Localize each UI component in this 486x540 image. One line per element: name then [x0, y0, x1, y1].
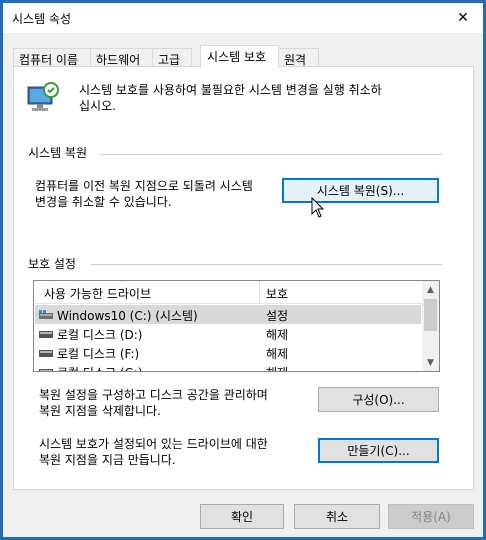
- system-protection-icon: [26, 81, 60, 115]
- drive-name: Windows10 (C:) (시스템): [57, 309, 198, 323]
- tab-computer-name[interactable]: 컴퓨터 이름: [13, 48, 91, 67]
- system-restore-button[interactable]: 시스템 복원(S)...: [282, 178, 439, 203]
- configure-button[interactable]: 구성(O)...: [318, 387, 439, 412]
- column-header-protection[interactable]: 보호: [266, 285, 288, 302]
- close-button[interactable]: ✕: [443, 3, 483, 33]
- intro-text-line1: 시스템 보호를 사용하여 불필요한 시스템 변경을 실행 취소하: [79, 83, 382, 97]
- scroll-down-arrow-icon[interactable]: ▼: [422, 354, 439, 371]
- apply-button[interactable]: 적용(A): [388, 504, 474, 529]
- restore-section-heading: 시스템 복원: [28, 146, 88, 160]
- create-desc-line2: 복원 지점을 지금 만듭니다.: [39, 453, 176, 467]
- drive-protection-status: 해제: [266, 347, 289, 361]
- drive-list[interactable]: 사용 가능한 드라이브 보호 Windows10 (C:) (시스템) 설정 로…: [33, 280, 440, 372]
- restore-desc-line1: 컴퓨터를 이전 복원 지점으로 되돌려 시스템: [35, 179, 253, 193]
- restore-section-divider: [100, 154, 442, 155]
- drive-name: 로컬 디스크 (F:): [57, 347, 140, 361]
- window-title: 시스템 속성: [12, 12, 72, 26]
- hard-drive-icon: [39, 328, 53, 338]
- drive-protection-status: 설정: [266, 309, 289, 323]
- configure-desc-line1: 복원 설정을 구성하고 디스크 공간을 관리하며: [39, 388, 268, 402]
- mouse-cursor-icon: [311, 196, 325, 219]
- protection-section-heading: 보호 설정: [28, 257, 76, 271]
- tab-hardware[interactable]: 하드웨어: [90, 48, 153, 67]
- column-separator[interactable]: [259, 281, 260, 303]
- drive-row[interactable]: Windows10 (C:) (시스템) 설정: [35, 305, 421, 324]
- tab-system-protection[interactable]: 시스템 보호: [200, 45, 279, 68]
- create-button[interactable]: 만들기(C)...: [318, 438, 439, 463]
- system-properties-window: 시스템 속성 ✕ 컴퓨터 이름 하드웨어 고급 시스템 보호 원격 시스템 보호…: [3, 3, 483, 537]
- cancel-button[interactable]: 취소: [294, 504, 380, 529]
- system-protection-panel: [13, 66, 474, 490]
- close-icon: ✕: [457, 10, 469, 26]
- ok-button[interactable]: 확인: [200, 504, 284, 529]
- intro-text-line2: 십시오.: [79, 99, 116, 113]
- drive-protection-status: 해제: [266, 364, 288, 371]
- drive-list-scrollbar[interactable]: ▲ ▼: [422, 281, 439, 371]
- hard-drive-icon: [39, 366, 53, 371]
- drive-row[interactable]: 로컬 디스크 (G:) 해제: [35, 362, 421, 371]
- restore-desc-line2: 변경을 취소할 수 있습니다.: [35, 195, 172, 209]
- drive-row[interactable]: 로컬 디스크 (F:) 해제: [35, 343, 421, 362]
- column-header-drive[interactable]: 사용 가능한 드라이브: [44, 285, 151, 302]
- scroll-thumb[interactable]: [424, 299, 437, 331]
- protection-section-divider: [90, 264, 442, 265]
- drive-row[interactable]: 로컬 디스크 (D:) 해제: [35, 324, 421, 343]
- tab-advanced[interactable]: 고급: [152, 48, 192, 67]
- drive-name: 로컬 디스크 (G:): [57, 364, 143, 371]
- system-drive-icon: [39, 309, 53, 319]
- tab-remote[interactable]: 원격: [278, 48, 319, 67]
- scroll-up-arrow-icon[interactable]: ▲: [422, 281, 439, 298]
- drive-protection-status: 해제: [266, 328, 289, 342]
- drive-list-header: 사용 가능한 드라이브 보호: [34, 281, 422, 304]
- drive-name: 로컬 디스크 (D:): [57, 328, 143, 342]
- hard-drive-icon: [39, 347, 53, 357]
- create-desc-line1: 시스템 보호가 설정되어 있는 드라이브에 대한: [39, 437, 268, 451]
- title-bar: 시스템 속성 ✕: [3, 3, 483, 33]
- configure-desc-line2: 복원 지점을 삭제합니다.: [39, 404, 161, 418]
